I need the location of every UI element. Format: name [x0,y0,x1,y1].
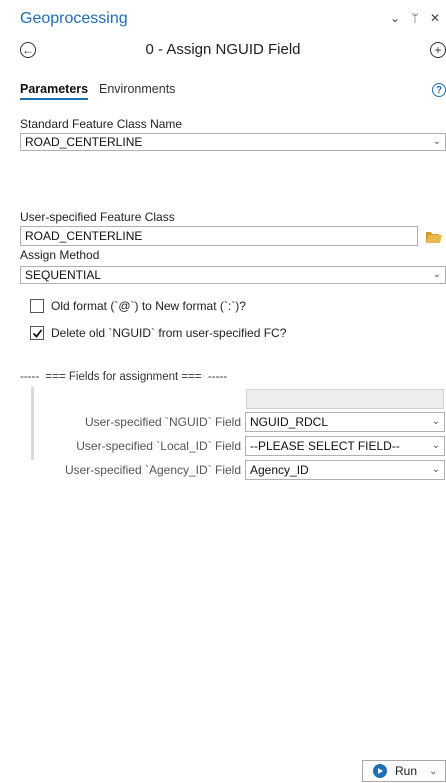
agency-id-field-label: User-specified `Agency_ID` Field [64,463,241,477]
local-id-field-label: User-specified `Local_ID` Field [76,439,241,453]
assign-method-label: Assign Method [20,248,100,262]
tool-title: 0 - Assign NGUID Field [145,41,301,58]
options-chevron-icon[interactable]: ⌄ [390,11,404,25]
chevron-down-icon: ⌄ [431,464,440,475]
nguid-field-dropdown[interactable]: NGUID_RDCL ⌄ [245,412,445,432]
chevron-down-icon: ⌄ [431,440,440,451]
browse-folder-icon[interactable] [426,231,442,243]
run-options-chevron-icon[interactable]: ⌄ [429,766,437,777]
tab-parameters[interactable]: Parameters [20,82,89,100]
close-icon[interactable]: ✕ [430,11,444,25]
std-fc-dropdown[interactable]: ROAD_CENTERLINE ⌄ [20,133,446,151]
empty-field-box [246,389,444,409]
user-fc-label: User-specified Feature Class [20,210,175,224]
std-fc-label: Standard Feature Class Name [20,117,183,131]
pane-title: Geoprocessing [20,10,128,27]
tab-environments[interactable]: Environments [99,82,175,96]
chevron-down-icon: ⌄ [432,136,441,147]
help-icon[interactable]: ? [432,83,446,97]
run-button[interactable]: Run ⌄ [362,760,446,782]
agency-id-field-dropdown[interactable]: Agency_ID ⌄ [245,460,445,480]
fields-section-title: ----- === Fields for assignment === ----… [20,371,228,383]
pin-icon[interactable]: ᛘ [411,11,422,25]
local-id-field-value: --PLEASE SELECT FIELD-- [250,439,400,453]
run-label: Run [395,764,418,778]
local-id-field-dropdown[interactable]: --PLEASE SELECT FIELD-- ⌄ [245,436,445,456]
user-fc-input[interactable]: ROAD_CENTERLINE [20,226,418,246]
user-fc-value: ROAD_CENTERLINE [25,229,143,243]
chevron-down-icon: ⌄ [432,269,441,280]
assign-method-dropdown[interactable]: SEQUENTIAL ⌄ [20,266,446,284]
nguid-field-label: User-specified `NGUID` Field [84,415,241,429]
old-format-label: Old format (`@`) to New format (`:`)? [51,299,246,313]
old-format-checkbox[interactable] [30,299,44,313]
std-fc-value: ROAD_CENTERLINE [25,135,143,149]
delete-old-checkbox[interactable] [30,326,44,340]
pane-controls[interactable]: ⌄ ᛘ ✕ [390,11,444,25]
chevron-down-icon: ⌄ [431,416,440,427]
agency-id-field-value: Agency_ID [250,463,309,477]
checkmark-icon [32,328,42,338]
add-icon[interactable]: + [430,42,446,58]
run-play-icon [373,764,387,778]
assign-method-value: SEQUENTIAL [25,268,102,282]
delete-old-label: Delete old `NGUID` from user-specified F… [51,326,287,340]
nguid-field-value: NGUID_RDCL [250,415,329,429]
